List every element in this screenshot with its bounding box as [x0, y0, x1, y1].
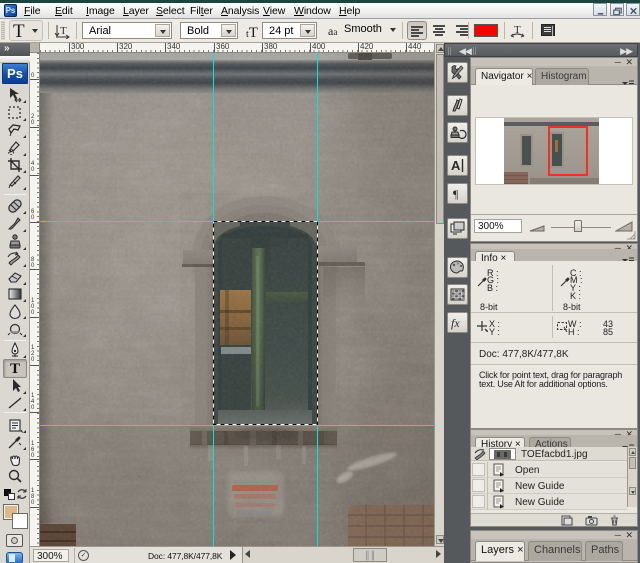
svg-text:T: T [10, 361, 20, 377]
svg-text:¶: ¶ [453, 187, 459, 201]
svg-text:fx: fx [451, 316, 460, 330]
svg-text:A: A [451, 158, 461, 173]
